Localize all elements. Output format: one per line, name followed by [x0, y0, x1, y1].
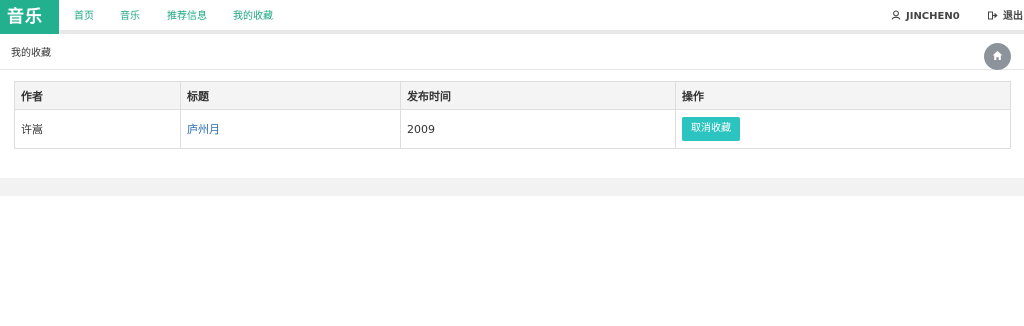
table-header-row: 作者 标题 发布时间 操作	[14, 81, 1011, 110]
cell-title: 庐州月	[180, 109, 401, 149]
user-menu[interactable]: JINCHEN0	[891, 0, 960, 34]
footer-band	[0, 178, 1024, 196]
table-row: 许嵩 庐州月 2009 取消收藏	[14, 109, 1011, 149]
nav-link-home[interactable]: 首页	[74, 0, 94, 34]
nav-link-music[interactable]: 音乐	[120, 0, 140, 34]
user-icon	[891, 10, 901, 20]
column-header-title: 标题	[180, 81, 401, 110]
song-title-link[interactable]: 庐州月	[187, 123, 220, 136]
column-header-author: 作者	[14, 81, 181, 110]
nav-link-favorites[interactable]: 我的收藏	[233, 0, 273, 34]
breadcrumb: 我的收藏	[11, 48, 51, 59]
column-header-action: 操作	[675, 81, 1011, 110]
breadcrumb-bar: 我的收藏	[0, 38, 1024, 70]
logout-link[interactable]: 退出	[988, 0, 1023, 34]
home-button[interactable]	[984, 43, 1011, 70]
sign-out-icon	[988, 11, 998, 19]
top-navbar: 音乐 首页 音乐 推荐信息 我的收藏 JINCHEN0 退出	[0, 0, 1024, 34]
brand-logo[interactable]: 音乐	[0, 0, 59, 34]
logout-label: 退出	[1003, 11, 1023, 22]
cell-author: 许嵩	[14, 109, 181, 149]
column-header-date: 发布时间	[400, 81, 676, 110]
cell-action: 取消收藏	[675, 109, 1011, 149]
cancel-favorite-button[interactable]: 取消收藏	[682, 117, 740, 141]
user-name: JINCHEN0	[906, 11, 960, 22]
cell-date: 2009	[400, 109, 676, 149]
favorites-table: 作者 标题 发布时间 操作 许嵩 庐州月 2009 取消收藏	[14, 81, 1011, 149]
home-icon	[992, 51, 1003, 60]
nav-link-recommend[interactable]: 推荐信息	[167, 0, 207, 34]
